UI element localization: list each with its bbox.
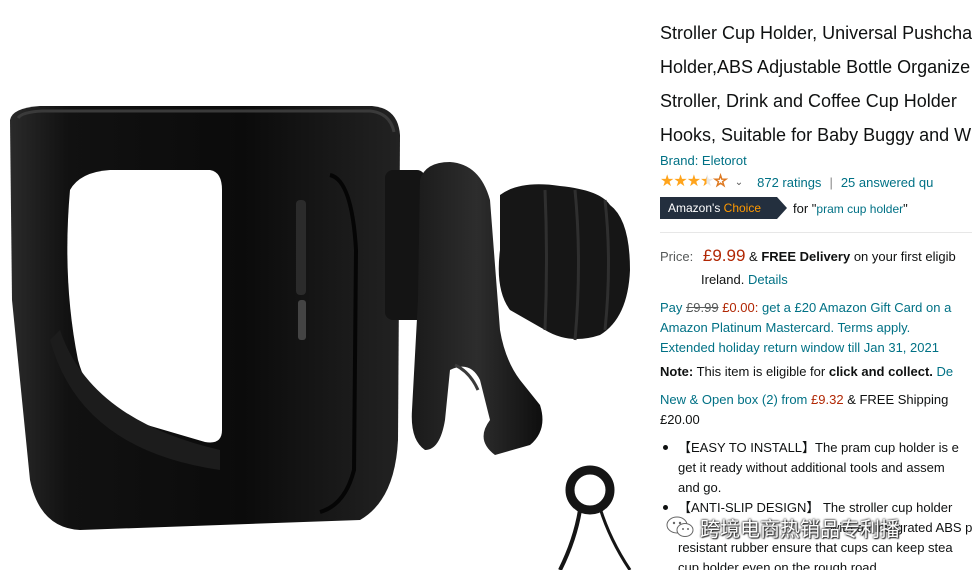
feature-bullet-cont: and go. — [678, 480, 722, 495]
price-value: £9.99 — [702, 246, 746, 265]
price-row: Price: £9.99 & FREE Delivery on your fir… — [660, 246, 956, 267]
used-price: £9.32 — [811, 392, 844, 407]
star-empty-icon: ☆ — [713, 173, 728, 191]
note-bold: click and collect. — [828, 364, 933, 379]
star-full-icon: ★ — [673, 173, 687, 190]
answered-questions-link[interactable]: 25 answered qu — [841, 175, 934, 190]
watermark-text: 跨境电商热销品专利播 — [700, 518, 900, 541]
bullet-text: 【EASY TO INSTALL】The pram cup holder is … — [678, 440, 959, 455]
promo-pay: Pay — [660, 300, 683, 315]
promo-line[interactable]: Pay £9.99 £0.00: get a £20 Amazon Gift C… — [660, 298, 951, 318]
rating-row: ★ ★ ★ ★ ☆ ⌄ 872 ratings | 25 answered qu — [660, 172, 933, 192]
choice-for-text: for "pram cup holder" — [793, 201, 908, 216]
feature-bullet: 【EASY TO INSTALL】The pram cup holder is … — [660, 438, 959, 458]
strap-ring — [565, 465, 615, 515]
promo-new-price: £0.00: — [722, 300, 759, 315]
product-image[interactable] — [0, 0, 645, 570]
choice-term-link[interactable]: pram cup holder — [816, 202, 903, 216]
feature-bullet-cont: cup holder even on the rough road — [678, 560, 877, 570]
divider — [660, 232, 972, 233]
amazons-choice-badge[interactable]: Amazon's Choice — [660, 197, 788, 219]
wechat-logo-icon — [666, 516, 694, 537]
price-amp: & — [749, 249, 758, 264]
product-title-line[interactable]: Stroller Cup Holder, Universal Pushcha — [660, 21, 972, 45]
feature-bullet-cont: get it ready without additional tools an… — [678, 460, 945, 475]
for-label: for " — [793, 200, 817, 216]
delivery-text: on your first eligib — [853, 249, 956, 264]
details-link[interactable]: Details — [748, 272, 788, 287]
free-delivery: FREE Delivery — [761, 249, 851, 264]
used-offers-link[interactable]: New & Open box (2) from — [660, 392, 807, 407]
note-details-link[interactable]: De — [937, 364, 954, 379]
ratings-link[interactable]: 872 ratings — [757, 175, 821, 190]
price-location-row: Ireland. Details — [701, 270, 788, 290]
location-text: Ireland. — [701, 272, 745, 287]
amazons-choice-row: Amazon's Choice for "pram cup holder" — [660, 197, 908, 219]
price-label: Price: — [660, 249, 694, 264]
click-collect-note: Note: This item is eligible for click an… — [660, 362, 953, 382]
bullet-dot — [663, 445, 668, 451]
close-quote: " — [903, 200, 908, 216]
used-shipping: & FREE Shipping — [847, 392, 949, 407]
star-half-icon: ★ — [700, 173, 714, 190]
separator: | — [829, 174, 833, 190]
product-title-line[interactable]: Hooks, Suitable for Baby Buggy and W — [660, 123, 971, 147]
bullet-dot — [663, 505, 668, 511]
note-text: This item is eligible for — [696, 364, 826, 379]
used-offers-row: New & Open box (2) from £9.32 & FREE Shi… — [660, 390, 948, 410]
brand-link[interactable]: Brand: Eletorot — [660, 153, 747, 168]
star-full-icon: ★ — [660, 173, 674, 190]
cup-holder-illustration — [10, 106, 632, 570]
promo-terms-link[interactable]: Amazon Platinum Mastercard. Terms apply. — [660, 318, 910, 338]
adjust-knob — [498, 184, 630, 339]
badge-choice-word: Choice — [723, 201, 762, 215]
chevron-down-icon[interactable]: ⌄ — [735, 177, 743, 188]
promo-old-price: £9.99 — [686, 300, 719, 315]
note-label: Note: — [660, 364, 694, 379]
promo-text: get a £20 Amazon Gift Card on a — [761, 300, 952, 315]
product-details: Stroller Cup Holder, Universal Pushcha H… — [660, 0, 972, 570]
star-rating[interactable]: ★ ★ ★ ★ ☆ — [660, 173, 728, 191]
return-window-link[interactable]: Extended holiday return window till Jan … — [660, 338, 939, 358]
star-full-icon: ★ — [686, 173, 701, 190]
used-threshold: £20.00 — [660, 412, 700, 427]
product-title-line[interactable]: Stroller, Drink and Coffee Cup Holder — [660, 89, 957, 113]
badge-prefix: Amazon's — [668, 201, 721, 215]
watermark: 跨境电商热销品专利播 — [666, 512, 900, 542]
product-title-line[interactable]: Holder,ABS Adjustable Bottle Organize — [660, 55, 970, 79]
